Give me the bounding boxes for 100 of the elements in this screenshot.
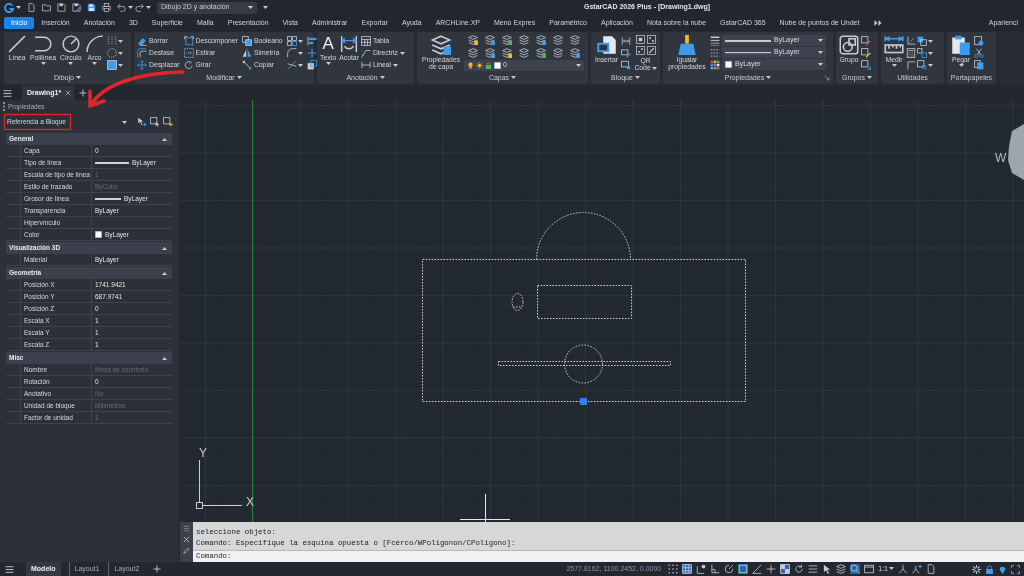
layer-stack-icon[interactable] [536, 48, 546, 58]
square-outline-icon[interactable] [738, 564, 749, 574]
layer-stack-icon[interactable] [553, 48, 563, 58]
grip-handle[interactable] [580, 398, 587, 405]
cursor-plus-icon[interactable] [137, 117, 147, 127]
dotted-lines-icon[interactable] [106, 36, 117, 46]
fullscreen-icon[interactable] [1011, 564, 1020, 574]
layer-stack-icon[interactable] [519, 35, 529, 45]
circular-arrow-icon[interactable] [794, 564, 805, 574]
group-pen-icon[interactable] [861, 48, 871, 58]
square-plus-icon[interactable] [163, 117, 173, 127]
caret-icon[interactable] [263, 6, 268, 9]
layer-stack-icon[interactable] [485, 35, 495, 45]
magnifier-icon[interactable] [850, 564, 861, 574]
layer-stack-icon[interactable] [502, 35, 512, 45]
rounded-corner-icon[interactable] [286, 48, 297, 58]
printer-icon[interactable] [102, 3, 111, 12]
copy-pages-icon[interactable] [974, 60, 984, 70]
layer-stack-icon[interactable] [485, 48, 495, 58]
bracket-arrows-icon[interactable] [621, 36, 632, 46]
caret-icon [75, 76, 81, 80]
settings-icon[interactable] [972, 564, 981, 574]
tripod-plus-icon[interactable] [912, 564, 922, 574]
linked-squares-icon[interactable] [917, 48, 927, 58]
right-angle-icon[interactable] [710, 564, 721, 574]
angle-lines-icon[interactable] [752, 564, 763, 574]
close-icon[interactable] [65, 90, 72, 96]
coordinate-axes-icon[interactable] [906, 36, 916, 46]
crosshair-icon[interactable] [766, 564, 777, 574]
square-cursor-icon[interactable] [150, 117, 160, 127]
view-cube[interactable] [1008, 124, 1024, 180]
caret-icon[interactable] [117, 51, 123, 55]
plus-icon[interactable] [79, 89, 88, 97]
corner-lines-icon[interactable] [906, 60, 916, 70]
page-icon[interactable] [27, 3, 36, 12]
caret-icon[interactable] [117, 39, 123, 43]
caret-icon[interactable] [297, 39, 303, 43]
color-dots-icon[interactable] [710, 60, 720, 70]
stacked-lines-icon[interactable] [808, 564, 819, 574]
window-frame-icon[interactable] [864, 564, 875, 574]
layer-stack-icon[interactable] [570, 35, 580, 45]
pencil-square-icon[interactable] [646, 46, 656, 55]
dashed-circle-icon[interactable] [106, 48, 117, 58]
drop-pin-icon[interactable] [998, 564, 1007, 574]
thick-lines-icon[interactable] [710, 36, 720, 46]
calculator-icon[interactable] [906, 48, 916, 58]
forward-arrow-icon[interactable] [135, 3, 144, 12]
close-icon[interactable] [183, 536, 190, 543]
corner-arrow-icon[interactable] [824, 75, 830, 81]
pencil-icon[interactable] [183, 547, 190, 554]
caret-icon[interactable] [928, 39, 933, 43]
page-icon[interactable] [926, 564, 936, 574]
caret-icon[interactable] [928, 63, 933, 67]
angle-arc-icon[interactable] [724, 564, 735, 574]
qr-square-icon[interactable] [635, 35, 645, 44]
corner-dot-icon[interactable] [696, 564, 707, 574]
magnifier-square-icon[interactable] [917, 60, 927, 70]
drawing-canvas[interactable]: Y X W [180, 100, 1024, 522]
layer-stack-icon[interactable] [836, 564, 847, 574]
caret-icon[interactable] [117, 63, 123, 67]
caret-icon[interactable] [146, 6, 151, 9]
layer-stack-icon[interactable] [519, 48, 529, 58]
double-chevron-icon[interactable] [874, 19, 883, 27]
layer-stack-icon[interactable] [502, 48, 512, 58]
layer-stack-icon[interactable] [553, 35, 563, 45]
page-plus-icon[interactable] [974, 36, 984, 46]
back-arrow-icon[interactable] [117, 3, 126, 12]
scissors-icon[interactable] [974, 48, 984, 58]
layer-stack-icon[interactable] [570, 48, 580, 58]
caret-icon[interactable] [297, 51, 303, 55]
padlock-icon[interactable] [985, 564, 994, 574]
menu-icon[interactable] [3, 88, 12, 98]
folder-icon[interactable] [42, 3, 51, 12]
crossing-lines-icon[interactable] [286, 60, 297, 70]
square-icon[interactable] [106, 60, 117, 70]
align-bars-icon[interactable] [306, 36, 317, 46]
checker-icon[interactable] [780, 564, 791, 574]
caret-icon[interactable] [128, 6, 133, 9]
nested-squares-icon[interactable] [306, 60, 317, 70]
group-pen-icon[interactable] [861, 36, 871, 46]
grid-icon[interactable] [682, 564, 693, 574]
square-pen-icon[interactable] [621, 48, 632, 58]
layer-stack-icon[interactable] [468, 35, 478, 45]
plus-icon[interactable] [153, 565, 162, 573]
caret-icon[interactable] [16, 6, 21, 9]
caret-icon[interactable] [297, 63, 303, 67]
selection-squares-icon[interactable] [917, 36, 927, 46]
logo-icon[interactable] [4, 2, 14, 13]
grid-squares-icon[interactable] [286, 36, 297, 46]
layer-stack-icon[interactable] [468, 48, 478, 58]
layer-stack-icon[interactable] [536, 35, 546, 45]
tripod-icon[interactable] [898, 564, 908, 574]
qr-square-icon[interactable] [646, 35, 656, 44]
caret-icon[interactable] [928, 51, 933, 55]
floppy-disk-icon[interactable] [72, 3, 81, 12]
qr-square-icon[interactable] [635, 46, 645, 55]
cross-icon[interactable] [306, 48, 317, 58]
pointer-arrow-icon[interactable] [822, 564, 833, 574]
menu-icon[interactable] [5, 564, 14, 574]
dot-grid-icon[interactable] [668, 564, 679, 574]
